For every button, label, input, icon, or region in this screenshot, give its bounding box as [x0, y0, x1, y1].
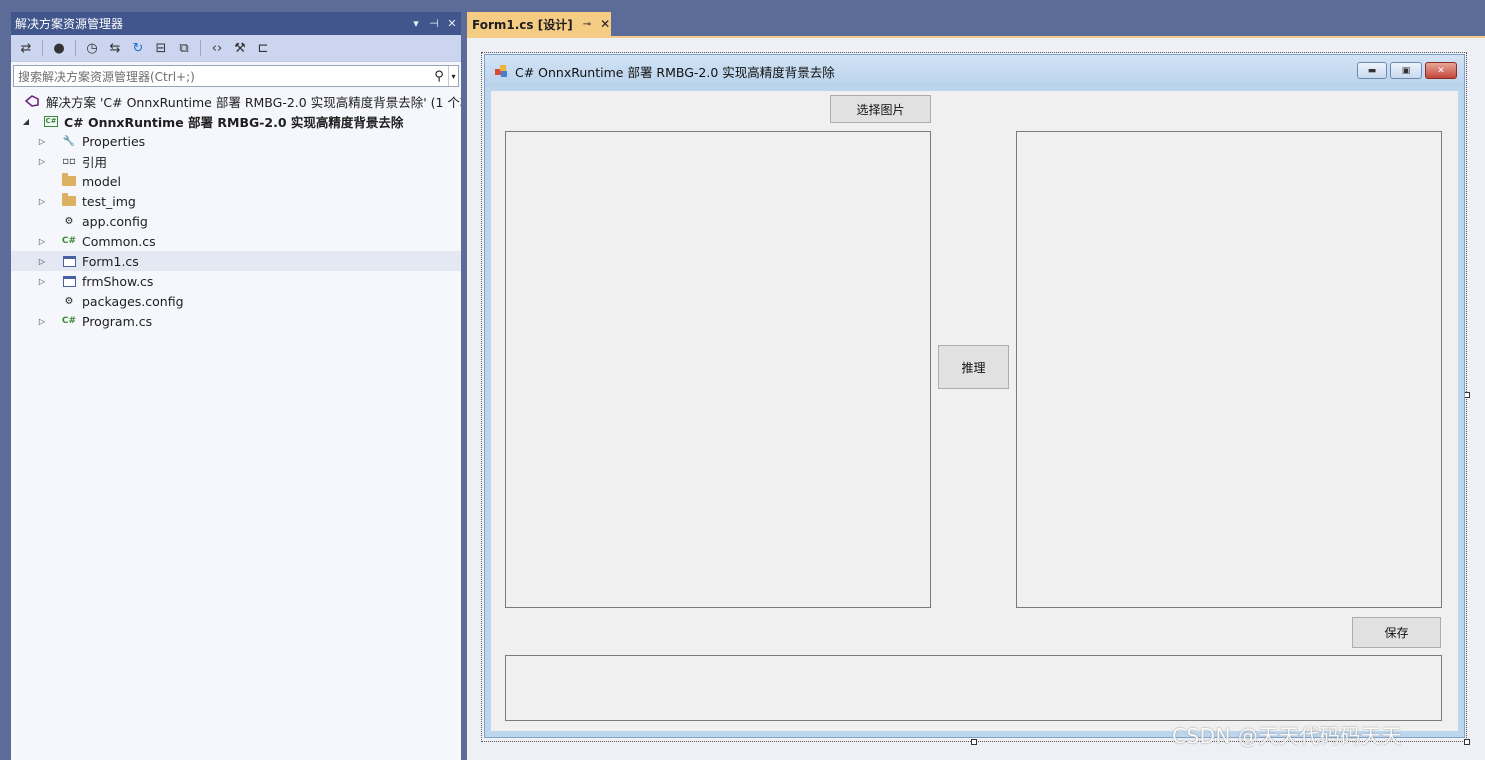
minimize-button[interactable]: ▬ — [1357, 62, 1387, 79]
tree-item-label: packages.config — [82, 293, 184, 309]
tree-item-project[interactable]: ◢ C# C# OnnxRuntime 部署 RMBG-2.0 实现高精度背景去… — [11, 111, 461, 131]
collapsed-arrow-icon[interactable]: ▷ — [37, 197, 47, 206]
preview-icon[interactable]: ⊏ — [253, 38, 273, 58]
maximize-button[interactable]: ▣ — [1390, 62, 1422, 79]
toolbar-separator — [75, 40, 76, 56]
collapsed-arrow-icon[interactable]: ▷ — [37, 137, 47, 146]
panel-dropdown-button[interactable]: ▾ — [407, 17, 425, 30]
app-icon — [495, 65, 509, 77]
tree-item-test-img-folder[interactable]: ▷ test_img — [11, 191, 461, 211]
toolbar-separator — [42, 40, 43, 56]
properties-wrench-icon[interactable]: ⚒ — [230, 38, 250, 58]
form-icon — [61, 253, 77, 269]
refresh-icon[interactable]: ↻ — [128, 38, 148, 58]
sync-icon[interactable]: ⇆ — [105, 38, 125, 58]
tree-item-label: model — [82, 173, 121, 189]
form-client-area: 选择图片 推理 保存 — [491, 91, 1458, 731]
tree-item-form1-cs[interactable]: ▷ Form1.cs — [11, 251, 461, 271]
toolbar-separator — [200, 40, 201, 56]
tree-item-label: Properties — [82, 133, 146, 149]
tree-item-label: test_img — [82, 193, 136, 209]
config-icon: ⚙ — [64, 295, 74, 307]
resize-handle-corner[interactable] — [1464, 739, 1470, 745]
tree-item-model-folder[interactable]: model — [11, 171, 461, 191]
expanded-arrow-icon[interactable]: ◢ — [21, 117, 31, 126]
tree-item-label: Form1.cs — [82, 253, 139, 269]
close-tab-icon[interactable]: ✕ — [600, 17, 610, 31]
document-area: Form1.cs [设计] ⊸ ✕ C# OnnxRuntime 部署 RMBG… — [467, 12, 1485, 760]
folder-icon — [61, 173, 77, 189]
tree-item-app-config[interactable]: ⚙ app.config — [11, 211, 461, 231]
tree-item-solution[interactable]: 解决方案 'C# OnnxRuntime 部署 RMBG-2.0 实现高精度背景… — [11, 91, 461, 111]
collapsed-arrow-icon[interactable]: ▷ — [37, 277, 47, 286]
tree-item-label: C# OnnxRuntime 部署 RMBG-2.0 实现高精度背景去除 — [64, 114, 404, 130]
pending-changes-icon[interactable]: ◷ — [82, 38, 102, 58]
close-panel-button[interactable]: ✕ — [443, 17, 461, 30]
wrench-icon: 🔧 — [62, 135, 76, 147]
select-image-button[interactable]: 选择图片 — [830, 95, 931, 123]
solution-icon — [24, 93, 40, 109]
result-picturebox[interactable] — [1016, 131, 1442, 608]
log-textbox[interactable] — [505, 655, 1442, 721]
csharp-file-icon: C# — [61, 236, 77, 246]
collapsed-arrow-icon[interactable]: ▷ — [37, 317, 47, 326]
pin-button[interactable]: ⊣ — [425, 17, 443, 30]
tab-label: Form1.cs [设计] — [472, 17, 573, 32]
csdn-watermark: CSDN @天天代码码天天 — [1172, 724, 1402, 748]
csproj-icon: C# — [44, 115, 58, 127]
search-icon[interactable]: ⚲ — [430, 69, 448, 84]
form-icon — [61, 273, 77, 289]
tree-item-references[interactable]: ▷ ▫▫ 引用 — [11, 151, 461, 171]
solution-explorer-title: 解决方案资源管理器 — [15, 17, 124, 31]
resize-handle-bottom[interactable] — [971, 739, 977, 745]
tree-item-packages-config[interactable]: ⚙ packages.config — [11, 291, 461, 311]
tree-item-common-cs[interactable]: ▷ C# Common.cs — [11, 231, 461, 251]
solution-tree: 解决方案 'C# OnnxRuntime 部署 RMBG-2.0 实现高精度背景… — [11, 91, 461, 331]
tree-item-label: 引用 — [82, 154, 108, 170]
document-tab-strip: Form1.cs [设计] ⊸ ✕ — [467, 12, 1485, 36]
tree-item-label: Common.cs — [82, 233, 156, 249]
designer-canvas[interactable]: C# OnnxRuntime 部署 RMBG-2.0 实现高精度背景去除 ▬ ▣… — [467, 38, 1485, 760]
view-code-icon[interactable]: ‹› — [207, 38, 227, 58]
pin-tab-icon[interactable]: ⊸ — [583, 19, 591, 30]
solution-explorer-titlebar: 解决方案资源管理器 ▾ ⊣ ✕ — [11, 12, 461, 35]
tab-form1-designer[interactable]: Form1.cs [设计] ⊸ ✕ — [467, 12, 611, 36]
solution-explorer-toolbar: ⇄ ● ◷ ⇆ ↻ ⊟ ⧉ ‹› ⚒ ⊏ — [11, 35, 461, 62]
infer-button[interactable]: 推理 — [938, 345, 1009, 389]
tree-item-properties[interactable]: ▷ 🔧 Properties — [11, 131, 461, 151]
form-title: C# OnnxRuntime 部署 RMBG-2.0 实现高精度背景去除 — [515, 64, 835, 80]
references-icon: ▫▫ — [62, 155, 76, 167]
tree-item-frmshow-cs[interactable]: ▷ frmShow.cs — [11, 271, 461, 291]
close-window-button[interactable]: ✕ — [1425, 62, 1457, 79]
source-picturebox[interactable] — [505, 131, 931, 608]
tree-item-label: 解决方案 'C# OnnxRuntime 部署 RMBG-2.0 实现高精度背景… — [46, 94, 461, 110]
show-all-files-icon[interactable]: ⧉ — [174, 38, 194, 58]
collapsed-arrow-icon[interactable]: ▷ — [37, 257, 47, 266]
search-box[interactable]: 搜索解决方案资源管理器(Ctrl+;) ⚲ ▾ — [13, 65, 459, 87]
csharp-file-icon: C# — [61, 316, 77, 326]
solution-explorer-panel: 解决方案资源管理器 ▾ ⊣ ✕ ⇄ ● ◷ ⇆ ↻ ⊟ ⧉ ‹› ⚒ ⊏ 搜索解… — [11, 12, 461, 760]
search-options-chevron-icon[interactable]: ▾ — [448, 66, 458, 86]
tree-item-label: app.config — [82, 213, 148, 229]
form-titlebar: C# OnnxRuntime 部署 RMBG-2.0 实现高精度背景去除 ▬ ▣… — [485, 55, 1464, 87]
collapsed-arrow-icon[interactable]: ▷ — [37, 237, 47, 246]
config-icon: ⚙ — [64, 215, 74, 227]
save-button[interactable]: 保存 — [1352, 617, 1441, 648]
search-input[interactable]: 搜索解决方案资源管理器(Ctrl+;) — [14, 68, 430, 85]
form-window[interactable]: C# OnnxRuntime 部署 RMBG-2.0 实现高精度背景去除 ▬ ▣… — [484, 54, 1465, 738]
tree-item-program-cs[interactable]: ▷ C# Program.cs — [11, 311, 461, 331]
globe-icon[interactable]: ● — [49, 38, 69, 58]
tree-item-label: Program.cs — [82, 313, 153, 329]
folder-icon — [61, 193, 77, 209]
collapse-all-icon[interactable]: ⊟ — [151, 38, 171, 58]
switch-views-icon[interactable]: ⇄ — [16, 38, 36, 58]
tree-item-label: frmShow.cs — [82, 273, 154, 289]
collapsed-arrow-icon[interactable]: ▷ — [37, 157, 47, 166]
